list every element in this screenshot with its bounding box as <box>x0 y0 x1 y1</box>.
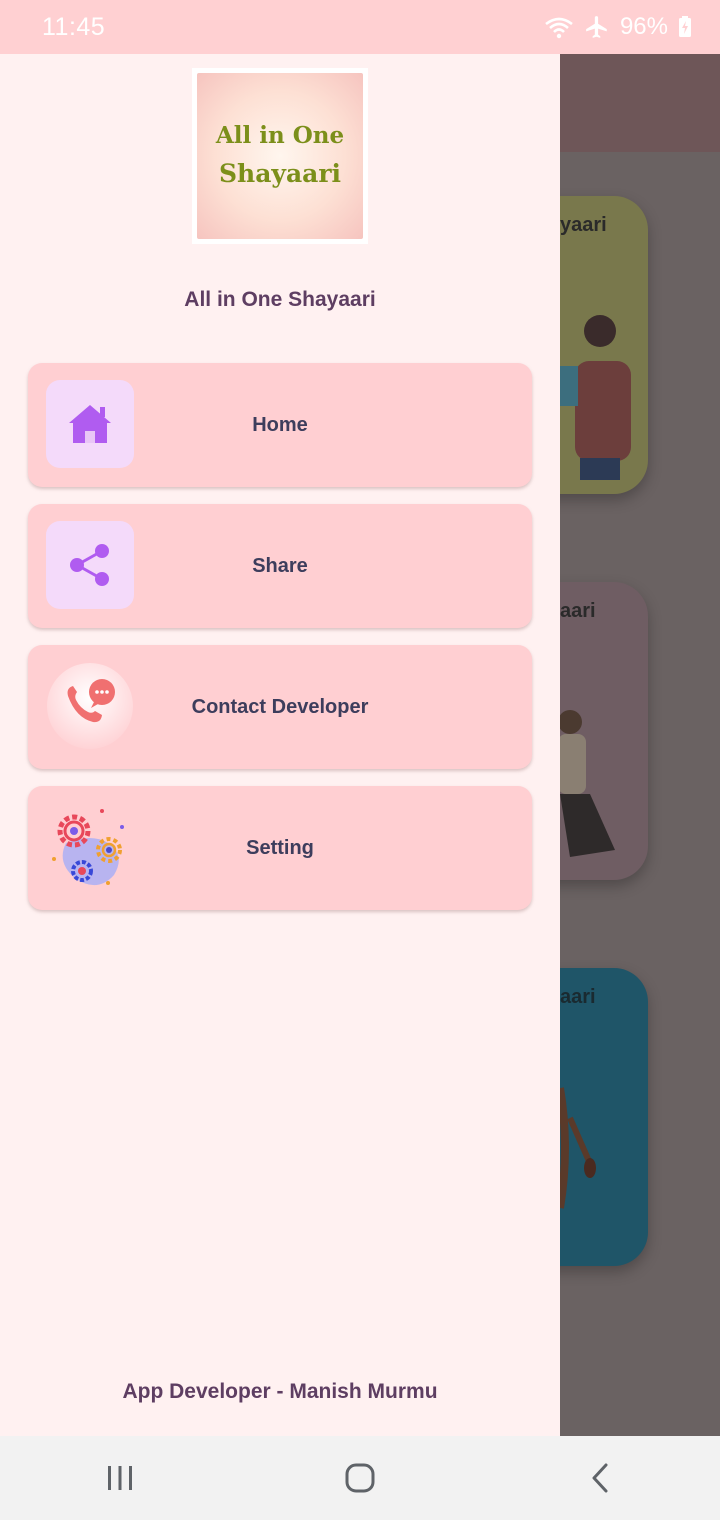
app-logo-image: All in One Shayaari <box>197 73 363 239</box>
system-navigation-bar <box>0 1436 720 1520</box>
home-button-icon[interactable] <box>320 1448 400 1508</box>
menu-item-setting[interactable]: Setting <box>28 786 532 910</box>
menu-item-home[interactable]: Home <box>28 363 532 487</box>
menu-item-label: Home <box>252 413 308 436</box>
recent-apps-icon[interactable] <box>80 1448 160 1508</box>
airplane-mode-icon <box>584 14 610 40</box>
menu-item-label: Contact Developer <box>191 695 369 718</box>
status-icons: 96% <box>544 13 692 41</box>
navigation-drawer: All in One Shayaari All in One Shayaari … <box>0 54 560 1436</box>
battery-charging-icon <box>678 16 692 38</box>
menu-item-label: Share <box>252 554 308 577</box>
status-time: 11:45 <box>42 12 106 41</box>
drawer-app-title: All in One Shayaari <box>184 288 376 311</box>
battery-percent: 96% <box>619 13 668 40</box>
back-icon[interactable] <box>560 1448 640 1508</box>
logo-text-line1: All in One <box>215 122 345 149</box>
wifi-icon <box>544 15 574 39</box>
menu-item-label: Setting <box>246 836 314 859</box>
menu-item-share[interactable]: Share <box>28 504 532 628</box>
menu-item-contact-developer[interactable]: Contact Developer <box>28 645 532 769</box>
logo-text-line2: Shayaari <box>218 159 342 188</box>
status-bar: 11:45 96% <box>0 0 720 54</box>
developer-credit: App Developer - Manish Murmu <box>122 1380 438 1403</box>
app-logo: All in One Shayaari <box>192 68 368 244</box>
